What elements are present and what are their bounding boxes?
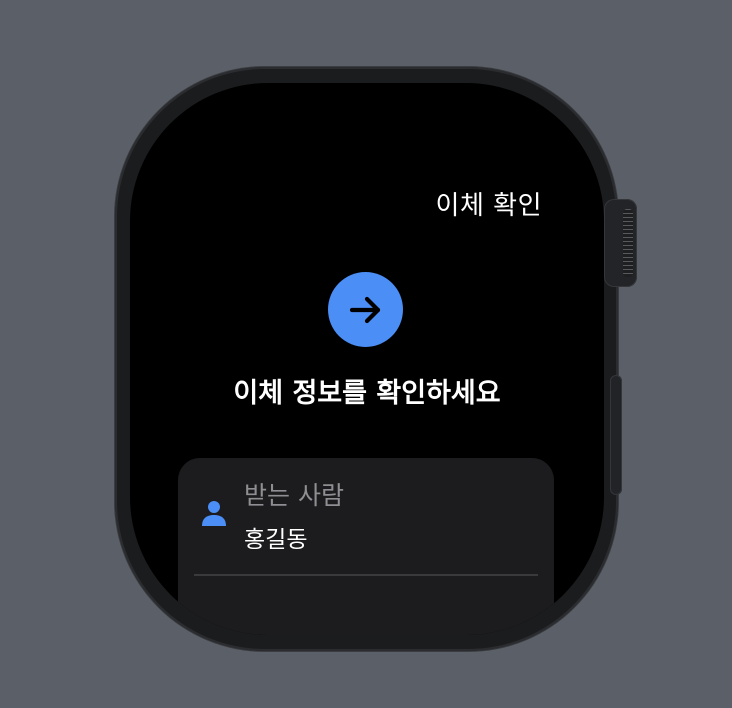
watch-screen: 이체 확인 이체 정보를 확인하세요 받는 사람 홍길동 [130,83,604,635]
confirm-heading: 이체 정보를 확인하세요 [233,378,501,409]
recipient-card[interactable]: 받는 사람 홍길동 [178,458,554,635]
side-button[interactable] [610,375,622,495]
screen-title: 이체 확인 [435,191,542,221]
person-icon [202,501,226,526]
arrow-right-icon [349,296,380,323]
recipient-name: 홍길동 [244,527,308,553]
recipient-label: 받는 사람 [244,481,344,510]
digital-crown[interactable] [604,199,637,287]
crown-ridges [623,209,633,277]
transfer-status-badge [328,272,403,347]
card-divider [194,574,538,576]
watch-stage: 이체 확인 이체 정보를 확인하세요 받는 사람 홍길동 [0,0,732,708]
